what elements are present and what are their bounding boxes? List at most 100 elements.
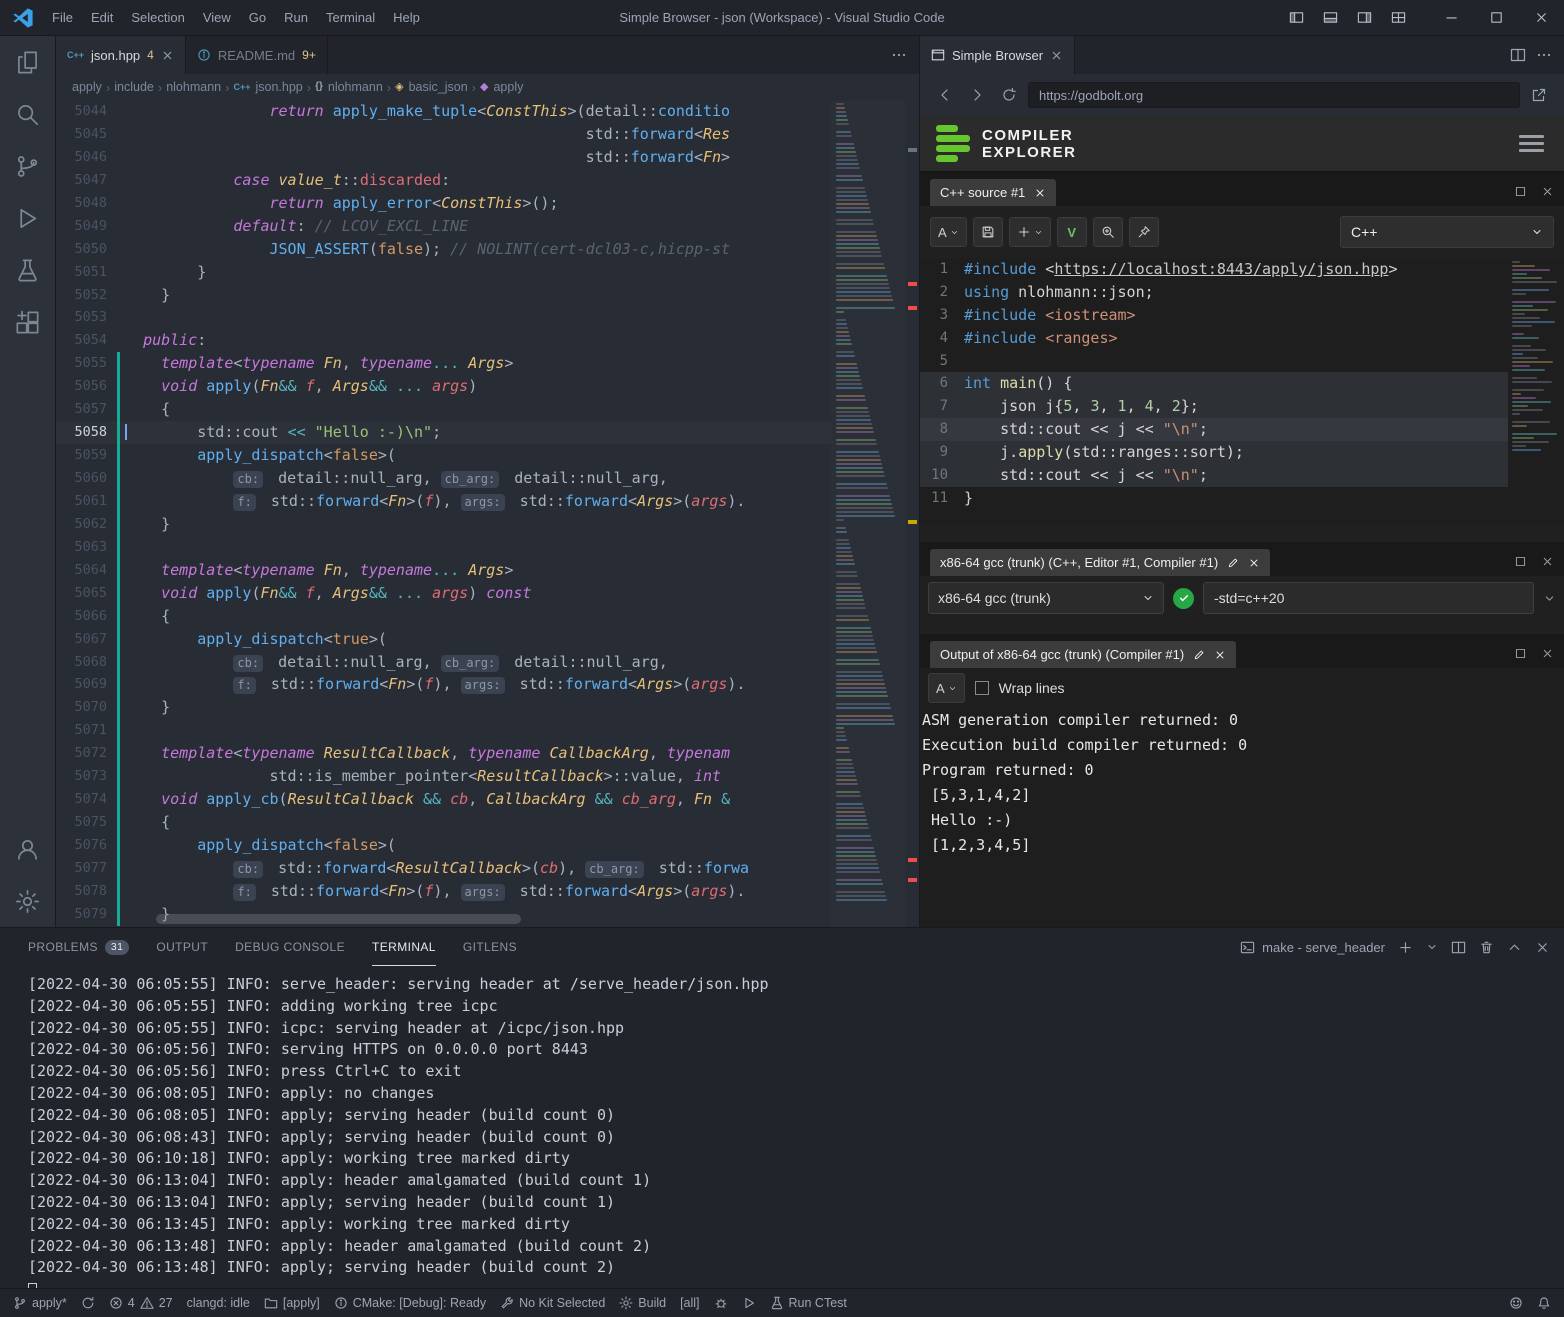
source-code-editor[interactable]: 1#include <https://localhost:8443/apply/… xyxy=(920,258,1564,526)
breadcrumb-item[interactable]: ◈basic_json xyxy=(395,80,468,94)
minimize-button[interactable] xyxy=(1429,0,1474,35)
language-select[interactable]: C++ xyxy=(1340,216,1554,248)
activity-run-and-debug[interactable] xyxy=(0,192,56,244)
status-build-target[interactable]: [all] xyxy=(673,1289,706,1317)
code-line[interactable]: 5074 void apply_cb(ResultCallback && cb,… xyxy=(56,788,905,811)
ce-code-line[interactable]: 4#include <ranges> xyxy=(920,327,1564,350)
tab-close-icon[interactable] xyxy=(161,49,174,62)
status-ctest[interactable]: Run CTest xyxy=(763,1289,854,1317)
ce-code-line[interactable]: 7 json j{5, 3, 1, 4, 2}; xyxy=(920,395,1564,418)
font-size-button[interactable]: A xyxy=(928,673,965,703)
ce-code-line[interactable]: 2using nlohmann::json; xyxy=(920,281,1564,304)
maximize-button[interactable] xyxy=(1474,0,1519,35)
hamburger-menu-icon[interactable] xyxy=(1515,131,1548,156)
ce-code-line[interactable]: 8 std::cout << j << "\n"; xyxy=(920,418,1564,441)
options-dropdown-icon[interactable] xyxy=(1543,592,1556,605)
activity-search[interactable] xyxy=(0,88,56,140)
ce-code-line[interactable]: 1#include <https://localhost:8443/apply/… xyxy=(920,258,1564,281)
panel-tab-debug-console[interactable]: DEBUG CONSOLE xyxy=(235,928,345,966)
status-cmake-variant[interactable]: CMake: [Debug]: Ready xyxy=(327,1289,493,1317)
minimap[interactable] xyxy=(831,100,905,927)
panel-tab-output[interactable]: OUTPUT xyxy=(156,928,208,966)
panel-tab-gitlens[interactable]: GITLENS xyxy=(463,928,517,966)
code-line[interactable]: 5052 } xyxy=(56,284,905,307)
terminal-dropdown-icon[interactable] xyxy=(1426,941,1438,953)
close-window-button[interactable] xyxy=(1519,0,1564,35)
terminal-picker[interactable]: make - serve_header xyxy=(1240,940,1385,955)
code-line[interactable]: 5061 f: std::forward<Fn>(f), args: std::… xyxy=(56,490,905,513)
code-line[interactable]: 5067 apply_dispatch<true>( xyxy=(56,628,905,651)
code-line[interactable]: 5045 std::forward<Res xyxy=(56,123,905,146)
code-line[interactable]: 5058 std::cout << "Hello :-)\n"; xyxy=(56,421,905,444)
code-editor[interactable]: 5044 return apply_make_tuple<ConstThis>(… xyxy=(56,100,919,927)
forward-button[interactable] xyxy=(964,82,990,108)
activity-account[interactable] xyxy=(0,823,56,875)
status-cmake-kit[interactable]: No Kit Selected xyxy=(493,1289,612,1317)
toggle-sidebar-button[interactable] xyxy=(1279,0,1313,35)
maximize-pane-icon[interactable] xyxy=(1514,185,1527,198)
menu-selection[interactable]: Selection xyxy=(122,0,193,36)
horizontal-scrollbar[interactable] xyxy=(156,914,521,924)
menu-run[interactable]: Run xyxy=(275,0,317,36)
code-line[interactable]: 5062 } xyxy=(56,513,905,536)
status-sync[interactable] xyxy=(74,1289,102,1317)
menu-terminal[interactable]: Terminal xyxy=(317,0,384,36)
code-line[interactable]: 5078 f: std::forward<Fn>(f), args: std::… xyxy=(56,880,905,903)
customize-layout-button[interactable] xyxy=(1381,0,1415,35)
code-line[interactable]: 5055 template<typename Fn, typename... A… xyxy=(56,352,905,375)
tab-json-hpp[interactable]: C++json.hpp4 xyxy=(56,36,186,74)
status-clangd[interactable]: clangd: idle xyxy=(180,1289,257,1317)
status-debug[interactable] xyxy=(707,1289,735,1317)
status-problems[interactable]: 427 xyxy=(102,1289,180,1317)
compiler-explorer-logo[interactable] xyxy=(936,125,970,162)
ce-code-line[interactable]: 10 std::cout << j << "\n"; xyxy=(920,464,1564,487)
code-line[interactable]: 5063 xyxy=(56,536,905,559)
status-notifications[interactable] xyxy=(1530,1296,1558,1310)
breadcrumb-item[interactable]: {}nlohmann xyxy=(315,80,383,94)
source-minimap[interactable] xyxy=(1508,258,1564,526)
close-icon[interactable] xyxy=(1248,557,1260,569)
code-line[interactable]: 5046 std::forward<Fn> xyxy=(56,146,905,169)
code-line[interactable]: 5049 default: // LCOV_EXCL_LINE xyxy=(56,215,905,238)
status-feedback[interactable] xyxy=(1502,1296,1530,1310)
code-line[interactable]: 5048 return apply_error<ConstThis>(); xyxy=(56,192,905,215)
code-line[interactable]: 5059 apply_dispatch<false>( xyxy=(56,444,905,467)
url-input[interactable] xyxy=(1028,82,1520,108)
ce-code-line[interactable]: 11} xyxy=(920,487,1564,510)
tab-readme-md[interactable]: README.md9+ xyxy=(186,36,328,74)
code-line[interactable]: 5072 template<typename ResultCallback, t… xyxy=(56,742,905,765)
code-line[interactable]: 5069 f: std::forward<Fn>(f), args: std::… xyxy=(56,673,905,696)
close-pane-icon[interactable] xyxy=(1541,647,1554,660)
split-editor-icon[interactable] xyxy=(1510,47,1526,63)
breadcrumb-item[interactable]: C++json.hpp xyxy=(233,80,302,94)
code-line[interactable]: 5047 case value_t::discarded: xyxy=(56,169,905,192)
more-actions-icon[interactable] xyxy=(1536,47,1552,63)
rename-pane-icon[interactable] xyxy=(1227,557,1239,569)
save-button[interactable] xyxy=(973,217,1003,247)
code-line[interactable]: 5070 } xyxy=(56,696,905,719)
new-terminal-icon[interactable] xyxy=(1398,940,1413,955)
code-line[interactable]: 5053 xyxy=(56,306,905,329)
ce-code-line[interactable]: 3#include <iostream> xyxy=(920,304,1564,327)
code-line[interactable]: 5051 } xyxy=(56,261,905,284)
maximize-pane-icon[interactable] xyxy=(1514,555,1527,568)
status-cmake-folder[interactable]: [apply] xyxy=(257,1289,327,1317)
breadcrumb-item[interactable]: apply xyxy=(72,80,102,94)
ce-code-line[interactable]: 5 xyxy=(920,350,1564,373)
terminal-output[interactable]: [2022-04-30 06:05:55] INFO: serve_header… xyxy=(0,966,1564,1288)
tab-simple-browser[interactable]: Simple Browser xyxy=(920,36,1075,74)
ce-code-line[interactable]: 6int main() { xyxy=(920,372,1564,395)
font-size-button[interactable]: A xyxy=(930,217,967,247)
activity-manage[interactable] xyxy=(0,875,56,927)
zoom-button[interactable] xyxy=(1093,217,1123,247)
status-git-branch[interactable]: apply* xyxy=(6,1289,74,1317)
close-panel-icon[interactable] xyxy=(1535,940,1550,955)
close-pane-icon[interactable] xyxy=(1541,185,1554,198)
compiler-select[interactable]: x86-64 gcc (trunk) xyxy=(928,582,1164,614)
activity-extensions[interactable] xyxy=(0,296,56,348)
status-launch[interactable] xyxy=(735,1289,763,1317)
rename-pane-icon[interactable] xyxy=(1193,649,1205,661)
close-icon[interactable] xyxy=(1034,187,1046,199)
panel-tab-terminal[interactable]: TERMINAL xyxy=(372,928,436,966)
menu-help[interactable]: Help xyxy=(384,0,429,36)
